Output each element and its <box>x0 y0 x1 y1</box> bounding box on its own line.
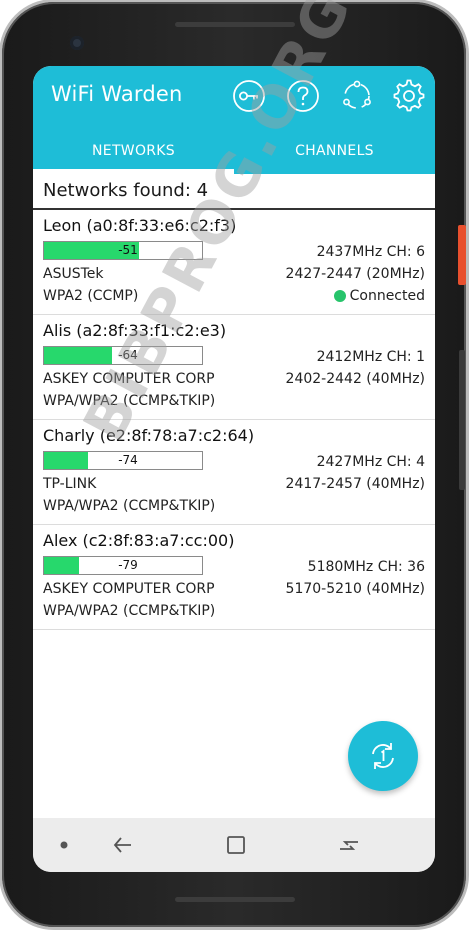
network-name: Alis (a2:8f:33:f1:c2:e3) <box>43 321 227 340</box>
network-item[interactable]: Alis (a2:8f:33:f1:c2:e3) -64 ASKEY COMPU… <box>33 315 435 420</box>
signal-bar: -64 <box>43 346 203 365</box>
network-frequency: 2437MHz CH: 6 <box>316 244 425 260</box>
connection-status-label: Connected <box>349 288 425 304</box>
signal-bar: -79 <box>43 556 203 575</box>
connected-dot-icon <box>333 290 346 302</box>
side-accent <box>458 225 466 285</box>
network-item[interactable]: Alex (c2:8f:83:a7:cc:00) -79 ASKEY COMPU… <box>33 525 435 630</box>
networks-found-count: Networks found: 4 <box>43 180 209 201</box>
network-name: Alex (c2:8f:83:a7:cc:00) <box>43 531 235 550</box>
signal-value: -51 <box>118 243 138 257</box>
tab-channels[interactable]: CHANNELS <box>234 134 435 174</box>
network-security: WPA2 (CCMP) <box>43 288 139 304</box>
network-range: 2402-2442 (40MHz) <box>285 371 425 387</box>
screen: WiFi Warden NETWORKS CHANNELS Networks f… <box>33 66 435 872</box>
network-security: WPA/WPA2 (CCMP&TKIP) <box>43 393 216 409</box>
tab-networks[interactable]: NETWORKS <box>33 134 234 174</box>
network-security: WPA/WPA2 (CCMP&TKIP) <box>43 498 216 514</box>
app-bar: WiFi Warden NETWORKS CHANNELS <box>33 66 435 174</box>
network-vendor: ASUSTek <box>43 266 104 282</box>
back-icon[interactable] <box>110 832 136 858</box>
signal-bar: -74 <box>43 451 203 470</box>
network-vendor: ASKEY COMPUTER CORP <box>43 371 215 387</box>
network-security: WPA/WPA2 (CCMP&TKIP) <box>43 603 216 619</box>
dot-icon[interactable] <box>51 832 77 858</box>
network-vendor: TP-LINK <box>43 476 97 492</box>
network-range: 2417-2457 (40MHz) <box>285 476 425 492</box>
network-item[interactable]: Leon (a0:8f:33:e6:c2:f3) -51 ASUSTek WPA… <box>33 210 435 315</box>
settings-icon[interactable] <box>391 78 427 114</box>
networks-found-header: Networks found: 4 <box>33 174 435 210</box>
recents-icon[interactable] <box>223 832 249 858</box>
network-vendor: ASKEY COMPUTER CORP <box>43 581 215 597</box>
network-frequency: 2427MHz CH: 4 <box>316 454 425 470</box>
side-button <box>459 350 465 490</box>
bottom-speaker-grille <box>175 897 295 902</box>
signal-value: -74 <box>118 453 138 467</box>
overview-icon[interactable] <box>336 832 362 858</box>
network-item[interactable]: Charly (e2:8f:78:a7:c2:64) -74 TP-LINK W… <box>33 420 435 525</box>
network-frequency: 5180MHz CH: 36 <box>307 559 425 575</box>
app-title: WiFi Warden <box>51 82 183 106</box>
signal-value: -64 <box>118 348 138 362</box>
speaker-grille <box>175 22 295 27</box>
help-icon[interactable] <box>285 78 321 114</box>
tab-bar: NETWORKS CHANNELS <box>33 134 435 174</box>
refresh-icon <box>372 743 394 769</box>
share-icon[interactable] <box>339 78 375 114</box>
refresh-button[interactable] <box>348 721 418 791</box>
key-icon[interactable] <box>231 78 267 114</box>
network-list: Leon (a0:8f:33:e6:c2:f3) -51 ASUSTek WPA… <box>33 210 435 630</box>
system-nav-bar <box>33 818 435 872</box>
signal-bar: -51 <box>43 241 203 260</box>
connection-status: Connected <box>333 288 425 304</box>
camera-icon <box>70 36 84 50</box>
network-range: 5170-5210 (40MHz) <box>285 581 425 597</box>
network-range: 2427-2447 (20MHz) <box>285 266 425 282</box>
network-frequency: 2412MHz CH: 1 <box>316 349 425 365</box>
signal-value: -79 <box>118 558 138 572</box>
network-name: Leon (a0:8f:33:e6:c2:f3) <box>43 216 237 235</box>
network-name: Charly (e2:8f:78:a7:c2:64) <box>43 426 255 445</box>
